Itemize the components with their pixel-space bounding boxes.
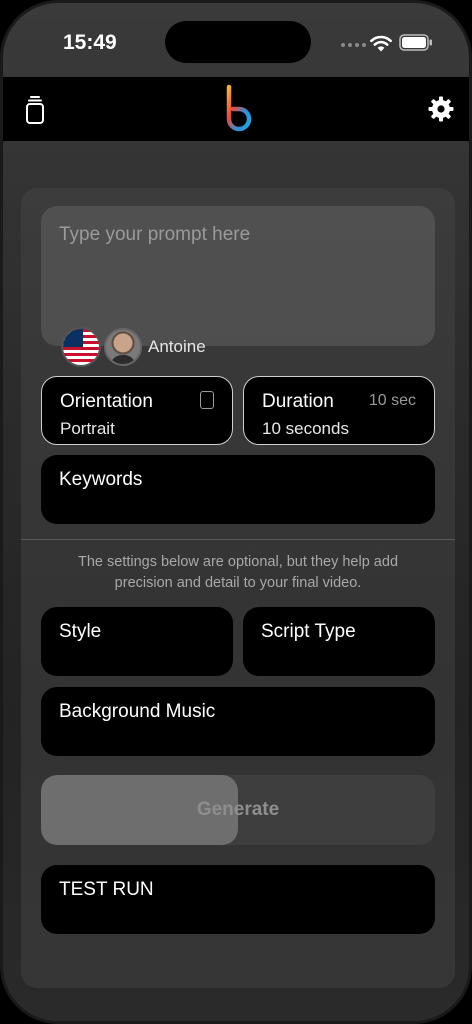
style-button[interactable]: Style bbox=[41, 607, 233, 676]
nav-bar bbox=[3, 77, 469, 141]
background-music-title: Background Music bbox=[59, 701, 216, 722]
narrator-avatar bbox=[104, 328, 142, 366]
duration-hint: 10 sec bbox=[368, 392, 416, 409]
battery-icon bbox=[399, 34, 432, 51]
settings-card: Type your prompt here Antoine Orientatio… bbox=[21, 188, 455, 988]
duration-title: Duration bbox=[262, 391, 334, 412]
style-title: Style bbox=[59, 621, 102, 642]
voice-selector[interactable]: Antoine bbox=[61, 327, 206, 367]
keywords-title: Keywords bbox=[59, 469, 143, 490]
phone-screen: 15:49 Type your prompt here Antoine Orie… bbox=[0, 0, 472, 1024]
us-flag-icon bbox=[61, 327, 101, 367]
keywords-button[interactable]: Keywords bbox=[41, 455, 435, 524]
portrait-icon bbox=[200, 391, 214, 409]
prompt-placeholder: Type your prompt here bbox=[59, 224, 251, 245]
generate-button[interactable]: Generate bbox=[41, 775, 435, 845]
library-icon[interactable] bbox=[23, 95, 49, 125]
orientation-button[interactable]: Orientation Portrait bbox=[41, 376, 233, 445]
wifi-icon bbox=[370, 35, 392, 52]
test-run-title: TEST RUN bbox=[59, 879, 154, 900]
orientation-title: Orientation bbox=[60, 391, 153, 412]
prompt-input[interactable]: Type your prompt here bbox=[41, 206, 435, 346]
app-logo bbox=[226, 84, 252, 132]
script-type-title: Script Type bbox=[261, 621, 356, 642]
dynamic-island bbox=[165, 21, 311, 63]
duration-button[interactable]: Duration 10 sec 10 seconds bbox=[243, 376, 435, 445]
gear-icon[interactable] bbox=[427, 95, 455, 123]
cellular-signal-icon bbox=[341, 43, 366, 47]
background-music-button[interactable]: Background Music bbox=[41, 687, 435, 756]
orientation-value: Portrait bbox=[60, 419, 115, 438]
duration-value: 10 seconds bbox=[262, 419, 349, 438]
script-type-button[interactable]: Script Type bbox=[243, 607, 435, 676]
status-time: 15:49 bbox=[63, 31, 117, 54]
status-bar: 15:49 bbox=[3, 3, 469, 77]
generate-label: Generate bbox=[196, 799, 280, 820]
voice-name: Antoine bbox=[148, 337, 206, 356]
test-run-button[interactable]: TEST RUN bbox=[41, 865, 435, 934]
divider bbox=[21, 539, 455, 540]
optional-settings-note: The settings below are optional, but the… bbox=[77, 554, 399, 591]
